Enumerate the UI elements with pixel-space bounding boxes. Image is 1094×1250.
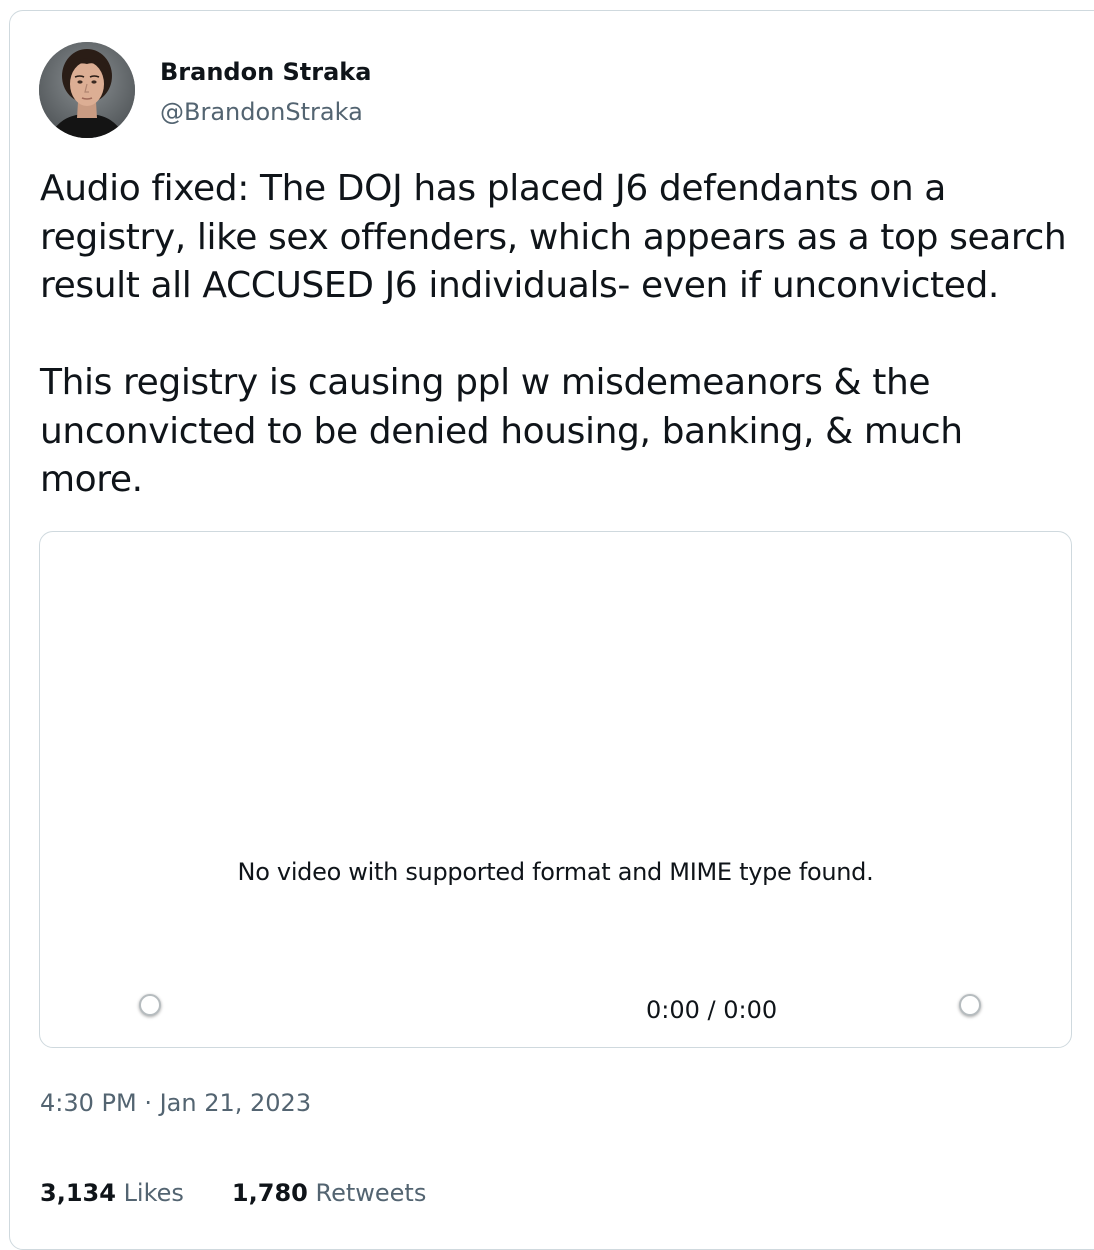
video-player[interactable]: No video with supported format and MIME … [39,531,1072,1048]
play-button[interactable] [139,994,161,1016]
avatar-portrait-icon [39,42,135,138]
retweets-count: 1,780 [231,1179,308,1207]
retweets-stat[interactable]: 1,780 Retweets [232,1177,426,1209]
retweets-label: Retweets [315,1179,427,1207]
tweet-stats: 3,134 Likes 1,780 Retweets [40,1177,426,1209]
author-handle[interactable]: @BrandonStraka [160,96,363,128]
fullscreen-button[interactable] [959,994,981,1016]
video-time-readout: 0:00 / 0:00 [646,996,778,1024]
tweet-timestamp[interactable]: 4:30 PM · Jan 21, 2023 [40,1087,311,1119]
likes-label: Likes [123,1179,184,1207]
author-name[interactable]: Brandon Straka [160,56,371,88]
likes-stat[interactable]: 3,134 Likes [40,1177,184,1209]
tweet-text: Audio fixed: The DOJ has placed J6 defen… [40,165,1070,505]
likes-count: 3,134 [40,1179,116,1207]
tweet-paragraph: Audio fixed: The DOJ has placed J6 defen… [40,168,1067,306]
video-error-message: No video with supported format and MIME … [237,858,874,886]
tweet-paragraph: This registry is causing ppl w misdemean… [40,362,963,500]
avatar[interactable] [39,42,135,138]
